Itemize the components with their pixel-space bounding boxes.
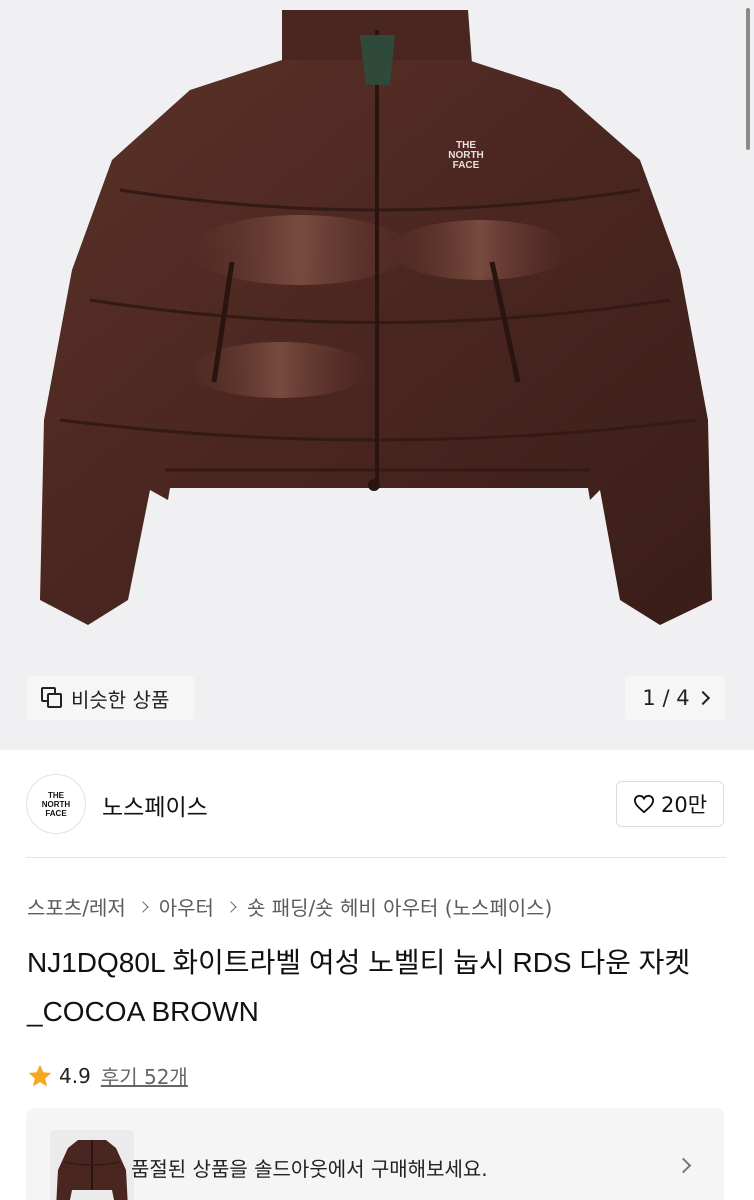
banner-text: 품절된 상품을 솔드아웃에서 구매해보세요. [131, 1157, 488, 1181]
star-icon [28, 1064, 52, 1086]
chevron-right-icon [695, 690, 710, 706]
shop-name[interactable]: 노스페이스 [102, 788, 208, 822]
soldout-banner[interactable]: 품절된 상품을 솔드아웃에서 구매해보세요. [26, 1108, 724, 1200]
similar-products-button[interactable]: 비슷한 상품 [27, 676, 194, 720]
similar-products-label: 비슷한 상품 [71, 687, 170, 712]
svg-text:NORTH: NORTH [42, 800, 71, 809]
chevron-right-icon [675, 1157, 692, 1174]
chevron-right-icon [137, 900, 149, 913]
banner-thumbnail [50, 1130, 134, 1200]
rating-row: 4.9 후기 52개 [27, 1061, 188, 1090]
copy-icon [41, 687, 63, 709]
like-button[interactable]: 20만 [616, 781, 724, 827]
north-face-logo-icon: THE NORTH FACE [42, 791, 71, 818]
product-title: NJ1DQ80L 화이트라벨 여성 노벨티 눕시 RDS 다운 자켓_COCOA… [27, 947, 691, 1027]
svg-text:THE: THE [48, 791, 65, 800]
like-count: 20만 [660, 793, 708, 817]
svg-text:FACE: FACE [453, 160, 480, 171]
breadcrumb-item[interactable]: 아우터 [159, 892, 214, 921]
rating-score: 4.9 [59, 1063, 91, 1088]
svg-text:FACE: FACE [45, 809, 67, 818]
chevron-right-icon [225, 900, 237, 913]
scrollbar[interactable] [746, 8, 750, 150]
divider [26, 857, 726, 858]
heart-icon [633, 794, 654, 814]
jacket-image: THE NORTH FACE [40, 10, 712, 625]
page-indicator: 1 / 4 [642, 686, 690, 710]
image-pager-button[interactable]: 1 / 4 [625, 676, 725, 720]
breadcrumb-item[interactable]: 스포츠/레저 [27, 892, 126, 921]
breadcrumb: 스포츠/레저 아우터 숏 패딩/숏 헤비 아우터 (노스페이스) [27, 892, 552, 921]
breadcrumb-item[interactable]: 숏 패딩/숏 헤비 아우터 (노스페이스) [247, 892, 552, 921]
product-image-gallery[interactable]: THE NORTH FACE 비슷한 상품 1 / 4 [0, 0, 754, 750]
shop-logo[interactable]: THE NORTH FACE [26, 774, 86, 834]
reviews-link[interactable]: 후기 52개 [101, 1061, 188, 1090]
